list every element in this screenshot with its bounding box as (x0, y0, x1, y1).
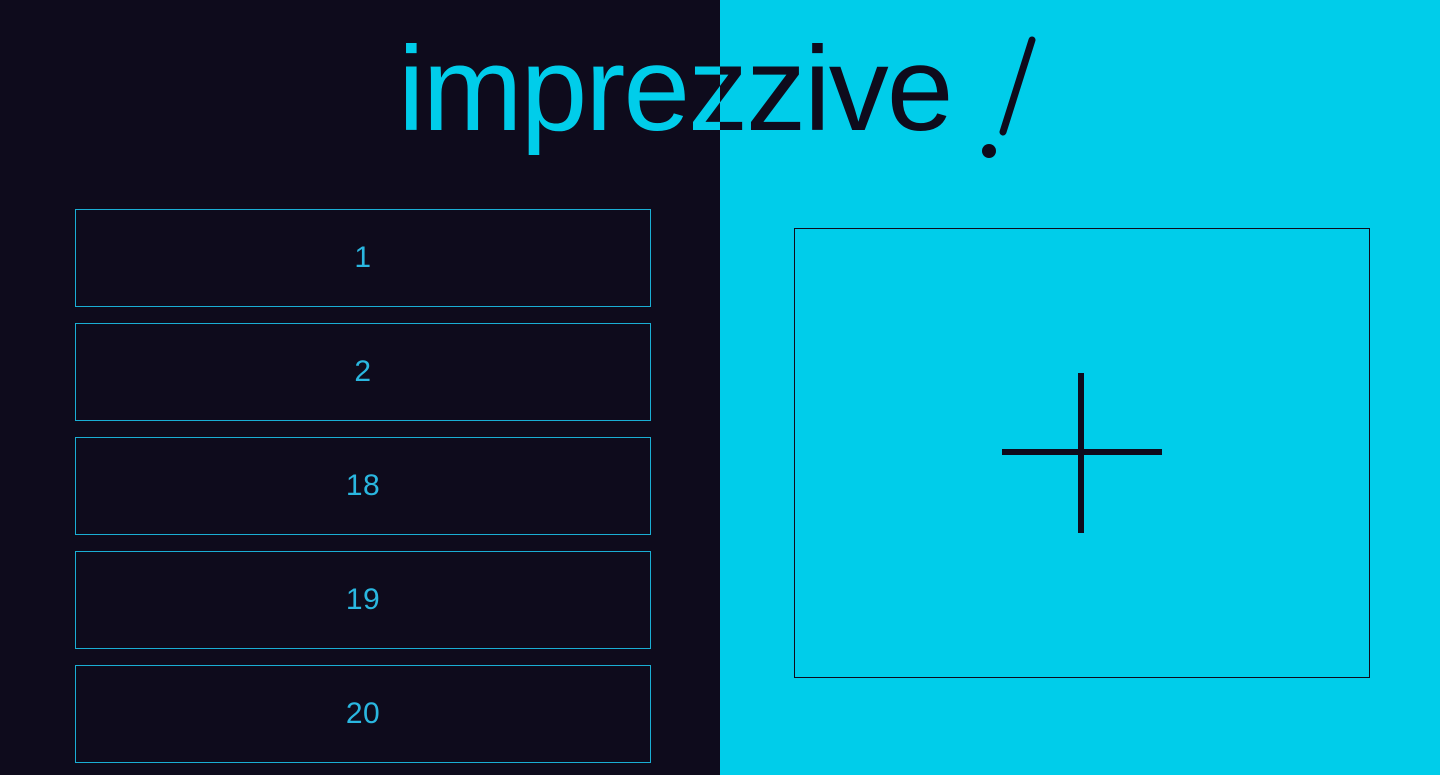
list-item[interactable]: 18 (75, 437, 651, 535)
list-item-label: 2 (354, 355, 372, 388)
list-item-label: 19 (345, 583, 381, 616)
list-item-label: 1 (354, 241, 372, 274)
list-item-label: 18 (345, 469, 381, 502)
list-item[interactable]: 1 (75, 209, 651, 307)
number-list: 1 2 18 19 20 (75, 209, 651, 775)
list-item[interactable]: 20 (75, 665, 651, 763)
brand-logo-svg: imprezzive imprezzive (398, 22, 1036, 158)
list-item[interactable]: 19 (75, 551, 651, 649)
app-root: imprezzive imprezzive 1 2 18 19 20 (0, 0, 1440, 775)
list-item[interactable]: 2 (75, 323, 651, 421)
exclamation-icon (982, 36, 1036, 158)
plus-icon (1002, 373, 1162, 533)
add-new-button[interactable] (794, 228, 1370, 678)
list-item-label: 20 (345, 697, 381, 730)
brand-logo: imprezzive imprezzive (0, 0, 1440, 190)
